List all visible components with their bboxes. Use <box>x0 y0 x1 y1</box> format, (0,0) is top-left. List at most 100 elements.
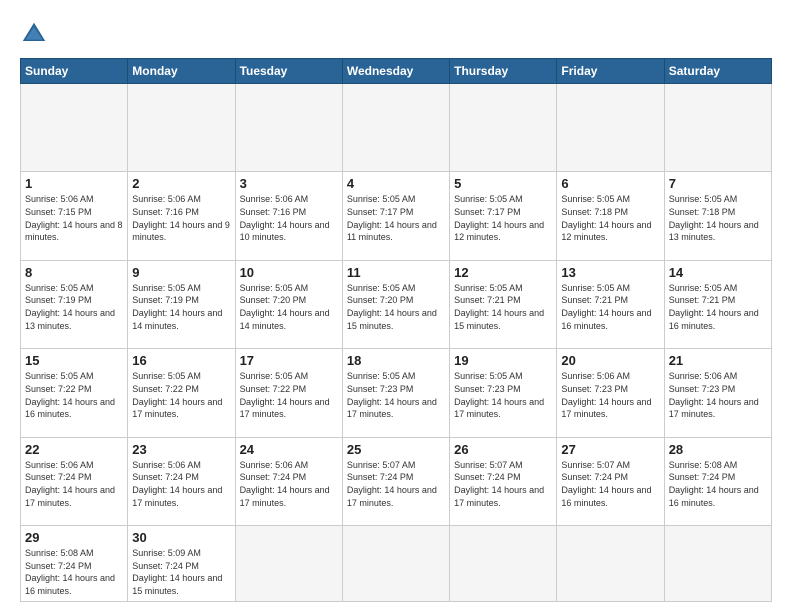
day-info: Sunrise: 5:05 AMSunset: 7:19 PMDaylight:… <box>25 282 123 332</box>
calendar-day-cell: 8 Sunrise: 5:05 AMSunset: 7:19 PMDaylight… <box>21 260 128 348</box>
logo-icon <box>20 20 48 48</box>
page: SundayMondayTuesdayWednesdayThursdayFrid… <box>0 0 792 612</box>
day-number: 30 <box>132 530 230 545</box>
day-number: 13 <box>561 265 659 280</box>
day-info: Sunrise: 5:05 AMSunset: 7:18 PMDaylight:… <box>669 193 767 243</box>
calendar-day-cell <box>128 84 235 172</box>
calendar-week-row: 29Sunrise: 5:08 AMSunset: 7:24 PMDayligh… <box>21 526 772 602</box>
day-number: 6 <box>561 176 659 191</box>
calendar-day-cell: 22 Sunrise: 5:06 AMSunset: 7:24 PMDayligh… <box>21 437 128 525</box>
day-number: 28 <box>669 442 767 457</box>
calendar-day-cell: 13 Sunrise: 5:05 AMSunset: 7:21 PMDayligh… <box>557 260 664 348</box>
calendar-day-cell: 27 Sunrise: 5:07 AMSunset: 7:24 PMDayligh… <box>557 437 664 525</box>
calendar-day-cell <box>342 526 449 602</box>
calendar-day-cell: 21 Sunrise: 5:06 AMSunset: 7:23 PMDayligh… <box>664 349 771 437</box>
day-number: 17 <box>240 353 338 368</box>
calendar-day-cell <box>235 84 342 172</box>
weekday-header-friday: Friday <box>557 59 664 84</box>
day-info: Sunrise: 5:06 AMSunset: 7:24 PMDaylight:… <box>25 459 123 509</box>
day-info: Sunrise: 5:05 AMSunset: 7:21 PMDaylight:… <box>561 282 659 332</box>
day-info: Sunrise: 5:05 AMSunset: 7:22 PMDaylight:… <box>240 370 338 420</box>
calendar-day-cell: 1Sunrise: 5:06 AMSunset: 7:15 PMDaylight… <box>21 172 128 260</box>
day-number: 24 <box>240 442 338 457</box>
calendar-day-cell: 6 Sunrise: 5:05 AMSunset: 7:18 PMDaylight… <box>557 172 664 260</box>
day-info: Sunrise: 5:05 AMSunset: 7:17 PMDaylight:… <box>347 193 445 243</box>
day-number: 18 <box>347 353 445 368</box>
weekday-header-tuesday: Tuesday <box>235 59 342 84</box>
calendar: SundayMondayTuesdayWednesdayThursdayFrid… <box>20 58 772 602</box>
calendar-day-cell: 3 Sunrise: 5:06 AMSunset: 7:16 PMDaylight… <box>235 172 342 260</box>
day-info: Sunrise: 5:06 AMSunset: 7:15 PMDaylight:… <box>25 193 123 243</box>
calendar-day-cell: 11Sunrise: 5:05 AMSunset: 7:20 PMDayligh… <box>342 260 449 348</box>
calendar-day-cell: 10 Sunrise: 5:05 AMSunset: 7:20 PMDayligh… <box>235 260 342 348</box>
day-number: 21 <box>669 353 767 368</box>
calendar-week-row: 22 Sunrise: 5:06 AMSunset: 7:24 PMDayligh… <box>21 437 772 525</box>
day-info: Sunrise: 5:05 AMSunset: 7:22 PMDaylight:… <box>25 370 123 420</box>
calendar-day-cell <box>664 526 771 602</box>
day-info: Sunrise: 5:09 AMSunset: 7:24 PMDaylight:… <box>132 547 230 597</box>
weekday-header-monday: Monday <box>128 59 235 84</box>
day-info: Sunrise: 5:05 AMSunset: 7:20 PMDaylight:… <box>347 282 445 332</box>
day-info: Sunrise: 5:07 AMSunset: 7:24 PMDaylight:… <box>347 459 445 509</box>
weekday-header-sunday: Sunday <box>21 59 128 84</box>
calendar-day-cell: 7 Sunrise: 5:05 AMSunset: 7:18 PMDaylight… <box>664 172 771 260</box>
day-info: Sunrise: 5:06 AMSunset: 7:24 PMDaylight:… <box>240 459 338 509</box>
day-info: Sunrise: 5:06 AMSunset: 7:16 PMDaylight:… <box>240 193 338 243</box>
header <box>20 20 772 48</box>
day-number: 14 <box>669 265 767 280</box>
day-number: 2 <box>132 176 230 191</box>
calendar-day-cell: 19 Sunrise: 5:05 AMSunset: 7:23 PMDayligh… <box>450 349 557 437</box>
day-info: Sunrise: 5:07 AMSunset: 7:24 PMDaylight:… <box>454 459 552 509</box>
calendar-day-cell <box>664 84 771 172</box>
calendar-week-row <box>21 84 772 172</box>
calendar-day-cell: 9Sunrise: 5:05 AMSunset: 7:19 PMDaylight… <box>128 260 235 348</box>
calendar-day-cell: 14 Sunrise: 5:05 AMSunset: 7:21 PMDayligh… <box>664 260 771 348</box>
day-number: 15 <box>25 353 123 368</box>
day-number: 22 <box>25 442 123 457</box>
weekday-header-saturday: Saturday <box>664 59 771 84</box>
calendar-day-cell: 17 Sunrise: 5:05 AMSunset: 7:22 PMDayligh… <box>235 349 342 437</box>
day-info: Sunrise: 5:05 AMSunset: 7:18 PMDaylight:… <box>561 193 659 243</box>
calendar-week-row: 8 Sunrise: 5:05 AMSunset: 7:19 PMDaylight… <box>21 260 772 348</box>
day-info: Sunrise: 5:05 AMSunset: 7:21 PMDaylight:… <box>669 282 767 332</box>
calendar-day-cell <box>450 84 557 172</box>
day-number: 8 <box>25 265 123 280</box>
day-info: Sunrise: 5:07 AMSunset: 7:24 PMDaylight:… <box>561 459 659 509</box>
day-info: Sunrise: 5:08 AMSunset: 7:24 PMDaylight:… <box>25 547 123 597</box>
calendar-day-cell: 29Sunrise: 5:08 AMSunset: 7:24 PMDayligh… <box>21 526 128 602</box>
day-number: 19 <box>454 353 552 368</box>
day-number: 7 <box>669 176 767 191</box>
calendar-day-cell <box>557 526 664 602</box>
day-info: Sunrise: 5:06 AMSunset: 7:23 PMDaylight:… <box>561 370 659 420</box>
day-info: Sunrise: 5:05 AMSunset: 7:20 PMDaylight:… <box>240 282 338 332</box>
calendar-day-cell: 15 Sunrise: 5:05 AMSunset: 7:22 PMDayligh… <box>21 349 128 437</box>
day-number: 20 <box>561 353 659 368</box>
calendar-day-cell: 16Sunrise: 5:05 AMSunset: 7:22 PMDayligh… <box>128 349 235 437</box>
day-info: Sunrise: 5:05 AMSunset: 7:23 PMDaylight:… <box>347 370 445 420</box>
day-info: Sunrise: 5:06 AMSunset: 7:23 PMDaylight:… <box>669 370 767 420</box>
calendar-day-cell: 2Sunrise: 5:06 AMSunset: 7:16 PMDaylight… <box>128 172 235 260</box>
day-info: Sunrise: 5:05 AMSunset: 7:23 PMDaylight:… <box>454 370 552 420</box>
calendar-day-cell: 20 Sunrise: 5:06 AMSunset: 7:23 PMDayligh… <box>557 349 664 437</box>
day-number: 10 <box>240 265 338 280</box>
day-info: Sunrise: 5:05 AMSunset: 7:21 PMDaylight:… <box>454 282 552 332</box>
calendar-day-cell: 25Sunrise: 5:07 AMSunset: 7:24 PMDayligh… <box>342 437 449 525</box>
calendar-week-row: 1Sunrise: 5:06 AMSunset: 7:15 PMDaylight… <box>21 172 772 260</box>
calendar-day-cell <box>21 84 128 172</box>
calendar-day-cell <box>235 526 342 602</box>
calendar-day-cell <box>450 526 557 602</box>
calendar-day-cell <box>557 84 664 172</box>
calendar-day-cell: 18 Sunrise: 5:05 AMSunset: 7:23 PMDayligh… <box>342 349 449 437</box>
day-info: Sunrise: 5:06 AMSunset: 7:24 PMDaylight:… <box>132 459 230 509</box>
day-number: 4 <box>347 176 445 191</box>
day-number: 12 <box>454 265 552 280</box>
calendar-day-cell: 23 Sunrise: 5:06 AMSunset: 7:24 PMDayligh… <box>128 437 235 525</box>
logo <box>20 20 54 48</box>
day-number: 27 <box>561 442 659 457</box>
calendar-day-cell: 26Sunrise: 5:07 AMSunset: 7:24 PMDayligh… <box>450 437 557 525</box>
day-number: 16 <box>132 353 230 368</box>
weekday-header-row: SundayMondayTuesdayWednesdayThursdayFrid… <box>21 59 772 84</box>
day-number: 3 <box>240 176 338 191</box>
calendar-week-row: 15 Sunrise: 5:05 AMSunset: 7:22 PMDayligh… <box>21 349 772 437</box>
day-number: 23 <box>132 442 230 457</box>
